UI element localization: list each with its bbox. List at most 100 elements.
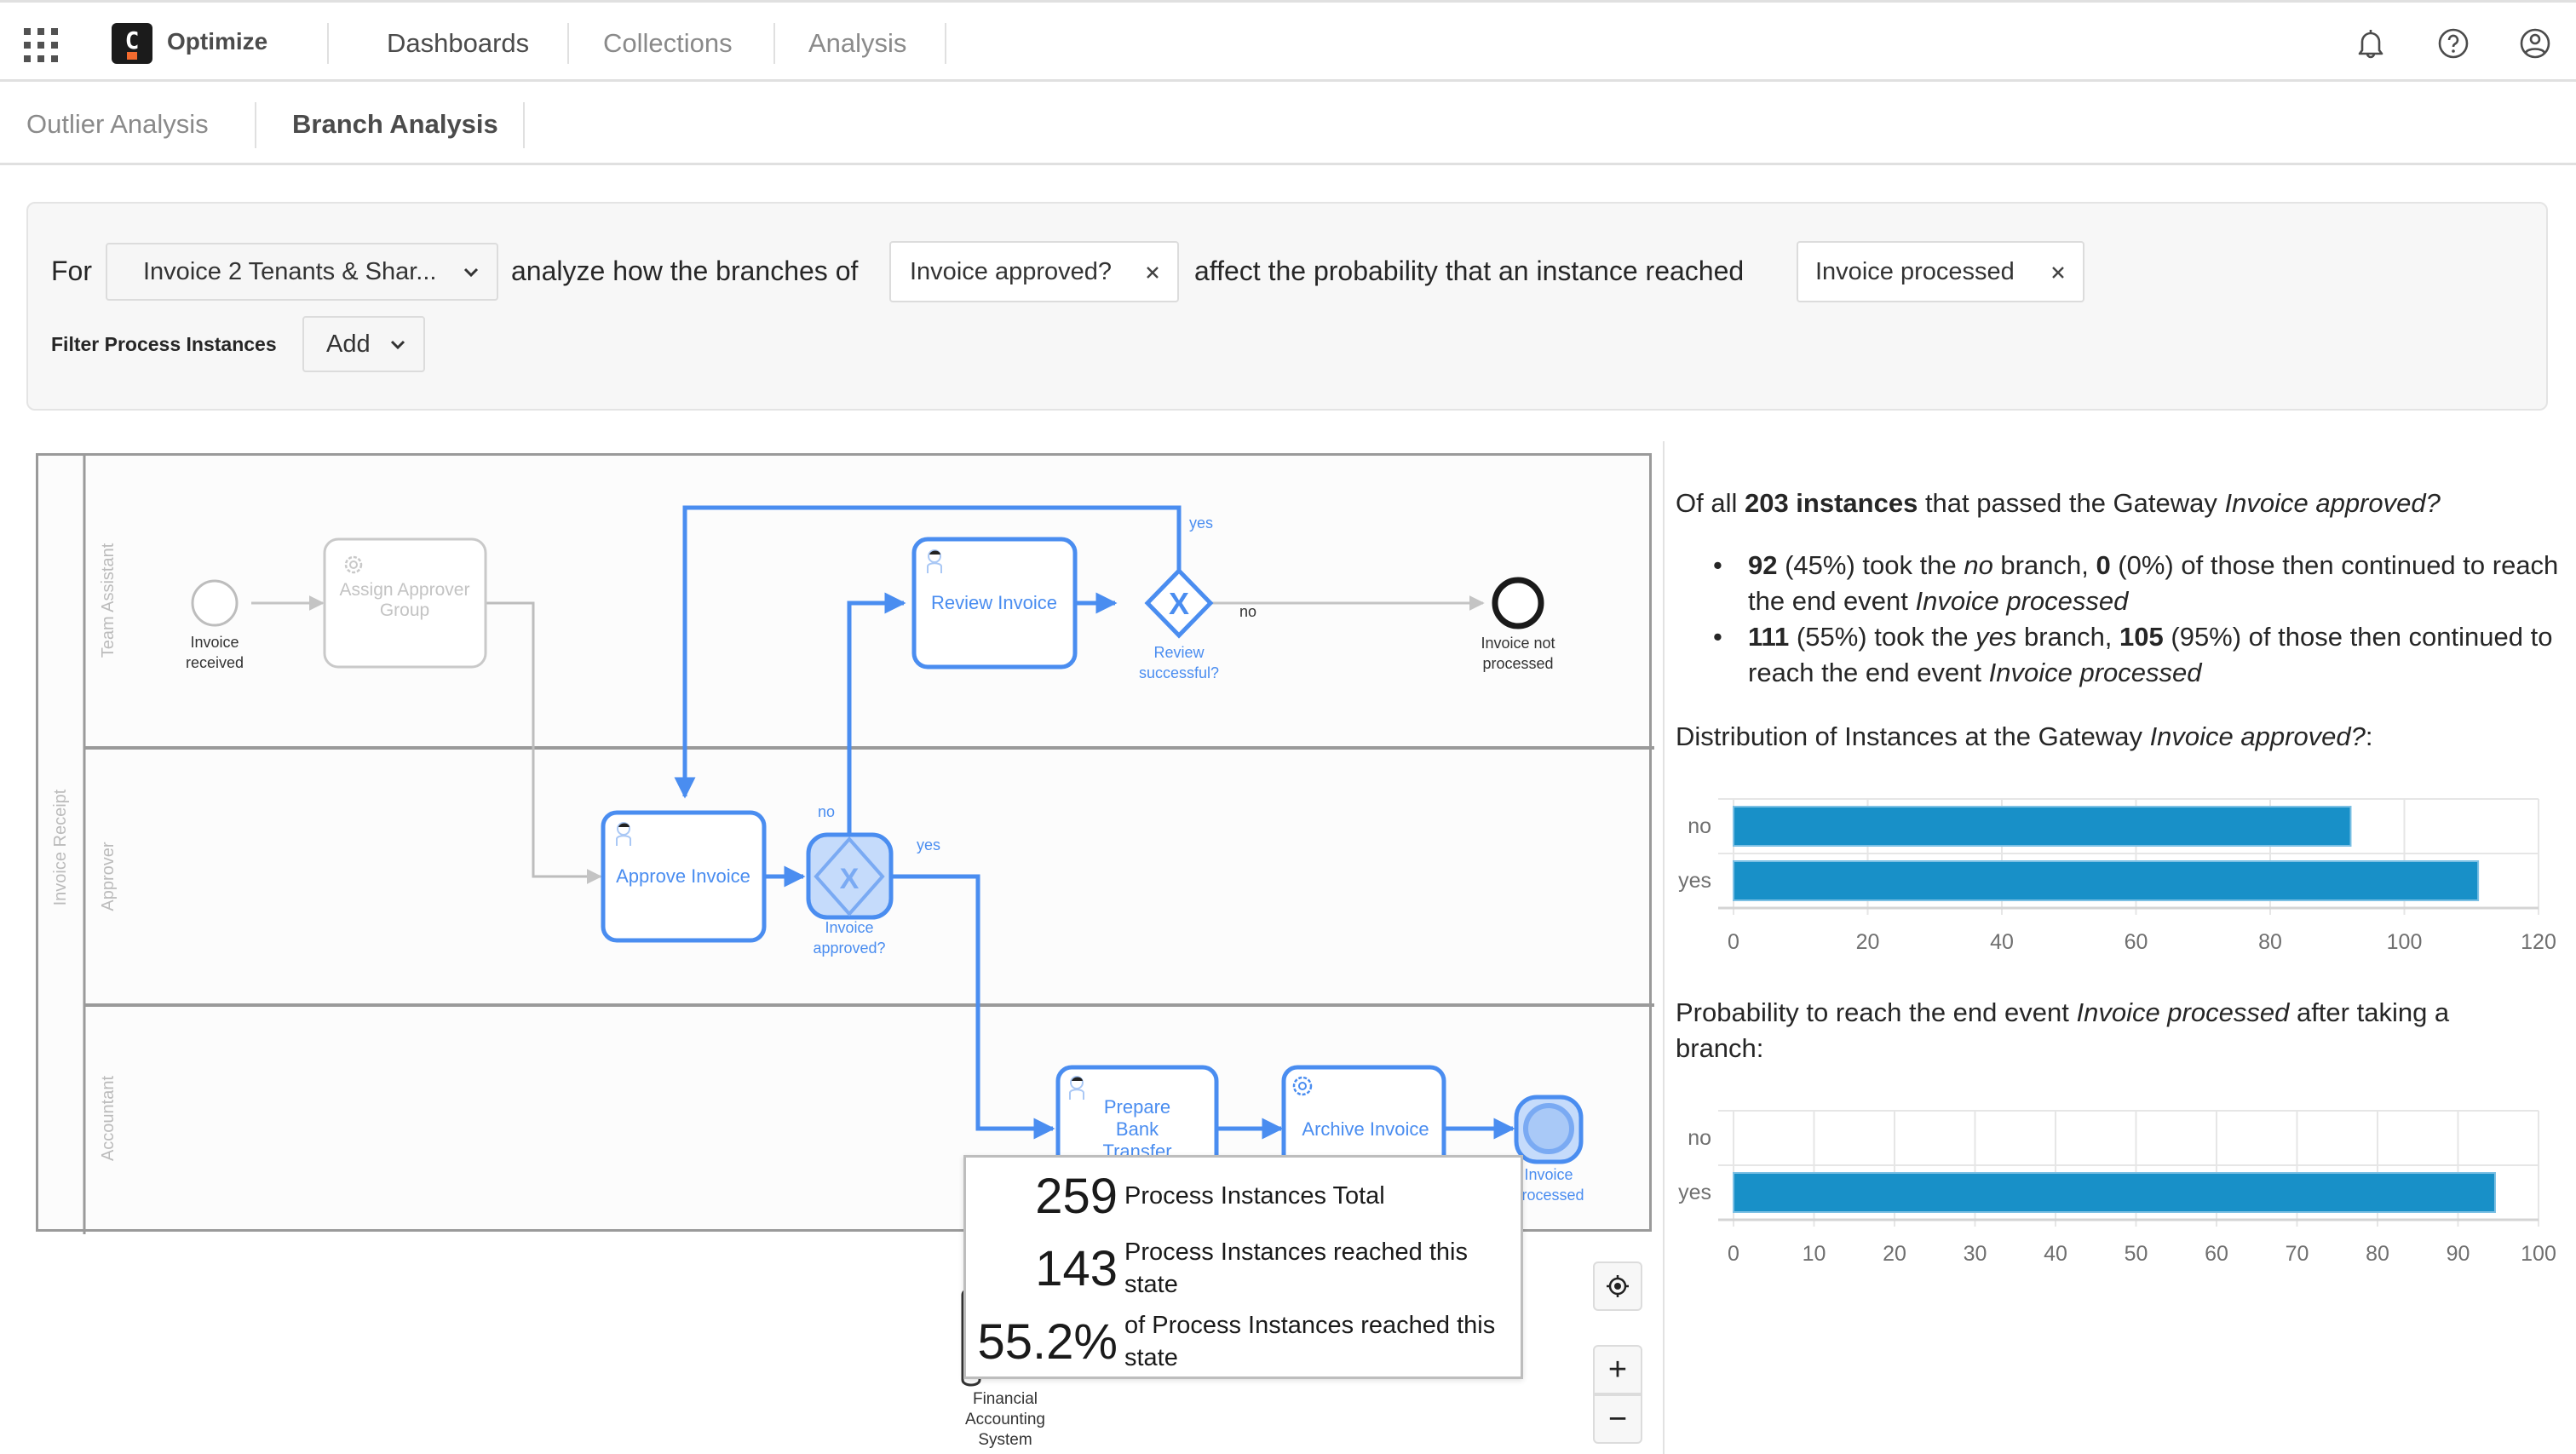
end-event-label-line2: processed <box>1482 655 1553 672</box>
flow-label-no: no <box>1239 603 1256 620</box>
lane-label-approver: Approver <box>99 842 118 911</box>
end-event-label-line1: Invoice <box>1524 1166 1573 1183</box>
y-category-label: yes <box>1678 1181 1711 1204</box>
sequence-flow-yes-approve <box>893 874 1055 1140</box>
nav-link-collections[interactable]: Collections <box>603 28 733 59</box>
filter-process-instances-label: Filter Process Instances <box>51 333 277 355</box>
gateway-name: Invoice approved? <box>2149 721 2366 751</box>
task-label: Approve Invoice <box>616 865 750 887</box>
camunda-logo-icon[interactable]: C <box>112 23 152 64</box>
task-label: Prepare <box>1104 1096 1170 1118</box>
end-event-name: Invoice processed <box>1988 658 2202 687</box>
bar-yes <box>1733 1172 2496 1213</box>
flow-label-yes: yes <box>1189 514 1213 532</box>
bpmn-diagram[interactable]: Invoice Receipt Team Assistant Approver … <box>36 453 1654 1234</box>
panel-divider <box>1663 441 1665 1454</box>
nav-link-dashboards[interactable]: Dashboards <box>387 28 529 59</box>
analyze-text: analyze how the branches of <box>511 256 859 286</box>
help-icon[interactable] <box>2436 26 2470 60</box>
process-definition-select[interactable]: Invoice 2 Tenants & Shar... <box>106 243 498 301</box>
analysis-tabs: Outlier Analysis Branch Analysis <box>0 82 2576 165</box>
intro-text: Of all <box>1676 488 1745 518</box>
x-tick-label: 70 <box>2286 1242 2309 1266</box>
minus-icon: − <box>1607 1400 1628 1437</box>
exclusive-gateway-x-icon: X <box>840 863 860 895</box>
add-filter-button[interactable]: Add <box>302 316 425 372</box>
summary-intro: Of all 203 instances that passed the Gat… <box>1676 486 2562 521</box>
branch-name: no <box>1964 550 1993 580</box>
center-diagram-button[interactable] <box>1593 1261 1642 1311</box>
gateway-selection[interactable]: Invoice approved? <box>889 241 1179 302</box>
target-icon <box>1607 1275 1629 1297</box>
end-event-name: Invoice processed <box>1915 586 2129 616</box>
datastore-label-line3: System <box>978 1431 1032 1449</box>
zoom-in-button[interactable]: + <box>1593 1345 1642 1394</box>
x-tick-label: 90 <box>2447 1242 2470 1266</box>
tab-divider <box>255 102 256 148</box>
distribution-title: Distribution of Instances at the Gateway… <box>1676 719 2562 755</box>
lane-label-accountant: Accountant <box>99 1076 118 1162</box>
x-tick-label: 120 <box>2521 930 2556 954</box>
bar-yes <box>1733 860 2480 901</box>
nav-link-analysis[interactable]: Analysis <box>808 28 906 59</box>
end-event-invoice-not-processed <box>1492 577 1544 629</box>
reached-count-label: Process Instances reached this state <box>1124 1238 1468 1298</box>
process-definition-value: Invoice 2 Tenants & Shar... <box>143 257 437 285</box>
tab-branch-analysis[interactable]: Branch Analysis <box>292 109 498 140</box>
x-tick-label: 20 <box>1856 930 1880 954</box>
summary-text: branch, <box>2016 622 2120 652</box>
start-event-label-line2: received <box>186 654 244 671</box>
nav-divider <box>773 23 775 64</box>
gateway-label-line2: successful? <box>1139 664 1219 681</box>
total-count: 259 <box>1035 1168 1118 1224</box>
x-tick-label: 80 <box>2366 1242 2389 1266</box>
x-tick-label: 40 <box>1990 930 2014 954</box>
end-event-value: Invoice processed <box>1815 257 2015 285</box>
end-event-name: Invoice processed <box>2076 997 2290 1027</box>
reached-count: 143 <box>1035 1240 1118 1296</box>
title-text: : <box>2365 721 2373 751</box>
title-text: Probability to reach the end event <box>1676 997 2077 1027</box>
notification-bell-icon[interactable] <box>2354 26 2388 60</box>
add-filter-label: Add <box>326 330 371 358</box>
bar-no <box>1733 806 2352 847</box>
reached-percent: 55.2% <box>977 1313 1118 1370</box>
flow-label-no: no <box>818 803 835 820</box>
chevron-down-icon <box>463 267 479 278</box>
y-category-label: no <box>1688 1126 1711 1150</box>
gateway-label-line1: Invoice <box>825 919 873 936</box>
branch-count: 111 <box>1748 622 1790 652</box>
x-tick-label: 30 <box>1964 1242 1987 1266</box>
plus-icon: + <box>1607 1351 1628 1388</box>
end-event-selection[interactable]: Invoice processed <box>1797 241 2084 302</box>
start-event-invoice-received <box>191 579 239 627</box>
x-tick-label: 50 <box>2125 1242 2148 1266</box>
x-tick-label: 10 <box>1803 1242 1826 1266</box>
tab-outlier-analysis[interactable]: Outlier Analysis <box>26 109 209 140</box>
user-profile-icon[interactable] <box>2518 26 2552 60</box>
y-category-label: no <box>1688 814 1711 838</box>
x-tick-label: 40 <box>2044 1242 2067 1266</box>
intro-text: that passed the Gateway <box>1918 488 2225 518</box>
total-count-label: Process Instances Total <box>1124 1182 1385 1210</box>
exclusive-gateway-x-icon: X <box>1169 586 1189 621</box>
clear-gateway-icon[interactable] <box>1145 265 1160 280</box>
lane-label-team-assistant: Team Assistant <box>99 543 118 658</box>
tab-divider <box>523 102 525 148</box>
end-event-invoice-processed <box>1523 1103 1574 1154</box>
task-label: Bank <box>1116 1118 1159 1140</box>
branch-summary-list: 92 (45%) took the no branch, 0 (0%) of t… <box>1676 548 2562 691</box>
gateway-name: Invoice approved? <box>2224 488 2441 518</box>
app-switcher-icon[interactable] <box>24 28 58 62</box>
app-name[interactable]: Optimize <box>167 28 267 55</box>
branch-analysis-control-panel: For Invoice 2 Tenants & Shar... analyze … <box>26 202 2548 411</box>
task-label: Archive Invoice <box>1302 1118 1429 1140</box>
top-navigation-bar: C Optimize Dashboards Collections Analys… <box>0 0 2576 82</box>
zoom-out-button[interactable]: − <box>1593 1394 1642 1444</box>
x-tick-label: 20 <box>1883 1242 1906 1266</box>
title-text: Distribution of Instances at the Gateway <box>1676 721 2150 751</box>
y-category-label: yes <box>1678 869 1711 893</box>
chevron-down-icon <box>390 340 405 350</box>
nav-divider <box>327 23 329 64</box>
clear-end-event-icon[interactable] <box>2050 265 2066 280</box>
